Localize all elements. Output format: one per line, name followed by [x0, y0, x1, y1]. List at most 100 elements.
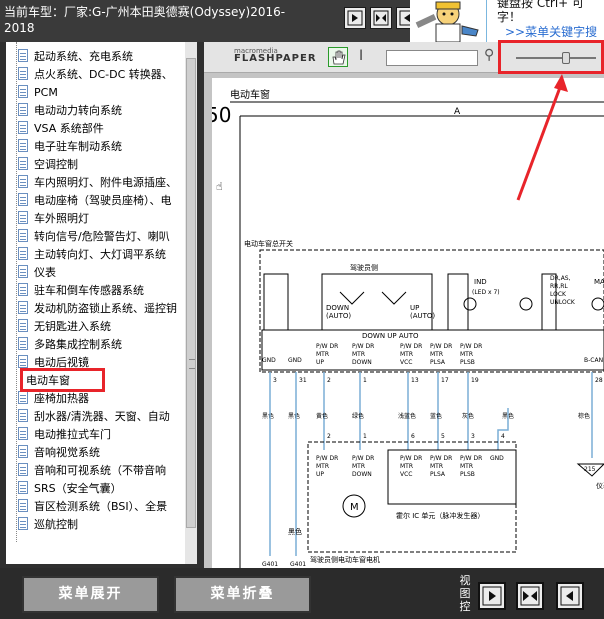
tree-item[interactable]: 发动机防盗锁止系统、遥控钥 [18, 300, 177, 318]
nav-split-button[interactable] [370, 7, 392, 29]
document-icon [18, 409, 28, 422]
page-number-input[interactable] [386, 50, 478, 66]
tree-item-label: 主动转向灯、大灯调平系统 [34, 248, 166, 261]
tree-item[interactable]: 音响视觉系统 [18, 444, 100, 462]
tree-item[interactable]: 主动转向灯、大灯调平系统 [18, 246, 166, 264]
tree-item-label: 车内照明灯、附件电源插座、 [34, 176, 177, 189]
motor-pin-number: 4 [501, 433, 505, 440]
tree-item-label: 转向信号/危险警告灯、喇叭 [34, 230, 170, 243]
motor-pin-label: P/W DR [316, 455, 338, 462]
view-split-button[interactable] [516, 582, 544, 610]
pin-number: 13 [411, 377, 419, 384]
tree-item-label: 盲区检测系统（BSI）、全景 [34, 500, 168, 513]
menu-expand-button[interactable]: 菜单展开 [22, 576, 159, 613]
tree-item[interactable]: 座椅加热器 [18, 390, 89, 408]
document-icon [18, 139, 28, 152]
tree-scrollbar-thumb[interactable] [186, 58, 196, 528]
tree-item[interactable]: 盲区检测系统（BSI）、全景 [18, 498, 167, 516]
view-right-button[interactable] [478, 582, 506, 610]
tree-item[interactable]: 刮水器/清洗器、天窗、自动 [18, 408, 170, 426]
wire-color-label: 棕色 [578, 412, 590, 420]
text-select-icon[interactable]: I [359, 48, 363, 64]
motor-pin-label: MTR [400, 463, 413, 470]
tree-item[interactable]: 车内照明灯、附件电源插座、 [18, 174, 177, 192]
tree-item-label: SRS（安全气囊） [34, 482, 122, 495]
pin-label: UP [316, 359, 324, 366]
zoom-search-icon[interactable]: ⚲ [484, 47, 494, 63]
tree-item[interactable]: 转向信号/危险警告灯、喇叭 [18, 228, 170, 246]
menu-search-link[interactable]: >>菜单关键字搜 [505, 25, 597, 39]
tree-item[interactable]: 电动动力转向系统 [18, 102, 122, 120]
document-icon [18, 49, 28, 62]
menu-collapse-button[interactable]: 菜单折叠 [174, 576, 311, 613]
tree-item[interactable]: SRS（安全气囊） [18, 480, 122, 498]
tree-item-label: 点火系统、DC-DC 转换器、 [34, 68, 173, 81]
tree-item-label: PCM [34, 86, 58, 99]
tree-item[interactable]: 巡航控制 [18, 516, 78, 534]
document-icon [18, 175, 28, 188]
tree-item[interactable]: PCM [18, 84, 58, 102]
tree-item[interactable]: 电动推拉式车门 [18, 426, 111, 444]
menu-tree: 起动系统、充电系统点火系统、DC-DC 转换器、 PCM 电动动力转向系统 VSA 系… [6, 42, 197, 564]
document-icon [18, 355, 28, 368]
tree-item[interactable]: 驻车和倒车传感器系统 [18, 282, 144, 300]
document-icon [18, 85, 28, 98]
view-left-button[interactable] [556, 582, 584, 610]
tree-item[interactable]: VSA 系统部件 [18, 120, 104, 138]
ground-label-1: G401 [262, 561, 278, 568]
right-fragment-label: 仪表 [596, 481, 604, 490]
motor-pin-label: PLSA [430, 471, 446, 478]
tree-item[interactable]: 多路集成控制系统 [18, 336, 122, 354]
motor-pin-label: MTR [352, 463, 365, 470]
switch-bar-label: DOWN UP AUTO [362, 332, 419, 340]
down-auto-label: DOWN (AUTO) [326, 304, 351, 320]
tree-item-label: 驻车和倒车传感器系统 [34, 284, 144, 297]
motor-pin-number: 2 [327, 433, 331, 440]
tree-item[interactable]: 无钥匙进入系统 [18, 318, 111, 336]
split-arrows-icon [373, 10, 389, 26]
document-icon [18, 103, 28, 116]
current-model-title: 当前车型：厂家:G-广州本田奥德赛(Odyssey)2016-2018 [4, 5, 286, 35]
tree-item[interactable]: 电子驻车制动系统 [18, 138, 122, 156]
motor-pin-label: P/W DR [460, 455, 482, 462]
selected-item-highlight [20, 368, 105, 392]
document-icon [18, 481, 28, 494]
tree-item-label: 车外照明灯 [34, 212, 89, 225]
pin-label: MTR [400, 351, 413, 358]
pin-number: 1 [363, 377, 367, 384]
tree-item[interactable]: 仪表 [18, 264, 56, 282]
switch-label: 电动车窗总开关 [244, 239, 293, 248]
tree-item[interactable]: 起动系统、充电系统 [18, 48, 133, 66]
tree-scrollbar[interactable] [185, 42, 197, 564]
tip-line-2: 字！ [497, 10, 522, 24]
pin-label: GND [262, 357, 276, 364]
pin-label: P/W DR [430, 343, 452, 350]
pin-label: MTR [430, 351, 443, 358]
document-icon [18, 391, 28, 404]
document-icon [18, 301, 28, 314]
motor-pin-label: VCC [400, 471, 412, 478]
pin-label: DOWN [352, 359, 372, 366]
flashpaper-logo: macromedia FLASHPAPER [234, 47, 317, 64]
tree-item-label: 电动动力转向系统 [34, 104, 122, 117]
tree-item[interactable]: 车外照明灯 [18, 210, 89, 228]
tree-item-label: 座椅加热器 [34, 392, 89, 405]
pin-label: MTR [316, 351, 329, 358]
tree-item[interactable]: 点火系统、DC-DC 转换器、 [18, 66, 173, 84]
tree-item-label: 音响和可视系统（不带音响 [34, 464, 166, 477]
pin-label: P/W DR [352, 343, 374, 350]
logo-main-text: FLASHPAPER [234, 53, 317, 64]
tree-item[interactable]: 空调控制 [18, 156, 78, 174]
pin-label: P/W DR [400, 343, 422, 350]
tree-item[interactable]: 电动座椅（驾驶员座椅）、电 [18, 192, 172, 210]
arrow-left-icon [560, 586, 580, 606]
pin-label: VCC [400, 359, 412, 366]
mascot-image [410, 0, 486, 43]
tree-item[interactable]: 音响和可视系统（不带音响 [18, 462, 166, 480]
nav-right-button[interactable] [344, 7, 366, 29]
document-icon [18, 445, 28, 458]
hand-tool-button[interactable] [328, 47, 348, 67]
mechanic-mascot-icon [415, 1, 479, 43]
tree-item-label: 无钥匙进入系统 [34, 320, 111, 333]
motor-pin-label: P/W DR [400, 455, 422, 462]
